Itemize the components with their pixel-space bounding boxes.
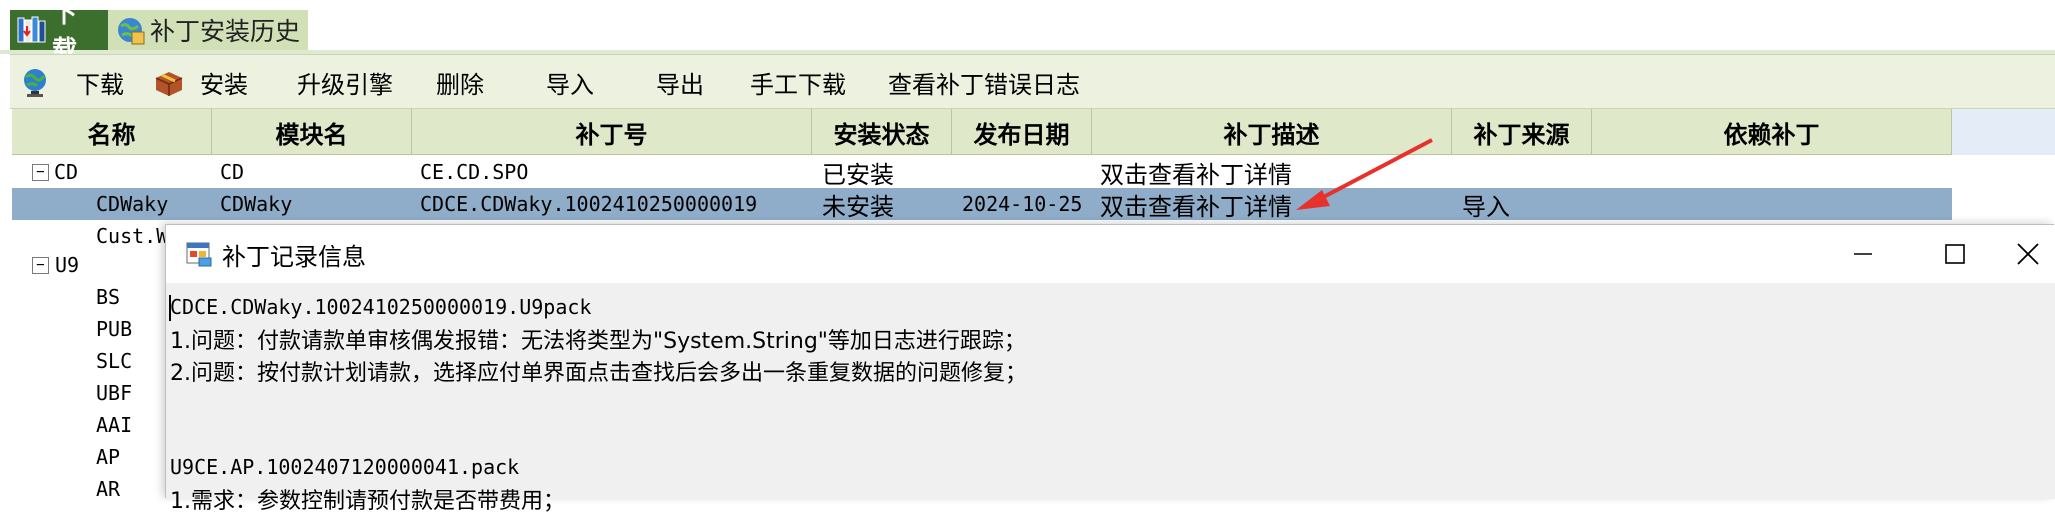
row-module: CD <box>220 160 245 184</box>
minimize-icon <box>1854 253 1872 255</box>
row-release-date: 2024-10-25 <box>962 192 1083 216</box>
delete-label: 删除 <box>436 71 484 99</box>
collapse-icon[interactable]: − <box>32 256 49 274</box>
toolbar: 下载 安装 升级引擎 删除 导入 导出 手工下载 查看补丁错误日志 <box>10 54 2055 109</box>
close-icon <box>2017 243 2039 265</box>
row-name: Cust.W <box>96 224 169 248</box>
form-app-icon <box>186 242 212 267</box>
column-header-source[interactable]: 补丁来源 <box>1452 109 1592 155</box>
annotation-arrow <box>1296 138 1433 210</box>
text-line: 1.问题：付款请款单审核偶发报错：无法将类型为"System.String"等加… <box>170 329 1026 354</box>
manual-download-label: 手工下载 <box>750 71 846 99</box>
row-name: CDWaky <box>96 192 169 216</box>
grid-header-filler <box>1952 109 2055 155</box>
tree-node-label: U9 <box>55 253 80 277</box>
tab-history-label: 补丁安装历史 <box>150 17 301 46</box>
column-header-name[interactable]: 名称 <box>12 109 212 155</box>
tree-expander[interactable]: − <box>32 156 49 188</box>
maximize-button[interactable] <box>1909 225 2001 283</box>
grid-header: 名称 模块名 补丁号 安装状态 发布日期 补丁描述 补丁来源 依赖补丁 <box>12 109 1952 155</box>
dialog-title: 补丁记录信息 <box>222 242 366 271</box>
text-line: U9CE.AP.1002407120000041.pack <box>170 455 520 479</box>
globe-download-icon <box>24 68 46 97</box>
text-line: 2.问题：按付款计划请款，选择应付单界面点击查找后会多出一条重复数据的问题修复； <box>170 361 1027 386</box>
tree-node-u9[interactable]: − U9 <box>12 251 162 279</box>
row-patch-no: CDCE.CDWaky.1002410250000019 <box>420 192 758 216</box>
column-header-patch-no[interactable]: 补丁号 <box>412 109 812 155</box>
row-module: CDWaky <box>220 192 293 216</box>
import-button[interactable]: 导入 <box>546 55 594 110</box>
maximize-icon <box>1945 244 1965 264</box>
close-button[interactable] <box>2001 225 2055 283</box>
row-description: 双击查看补丁详情 <box>1100 192 1292 221</box>
minimize-button[interactable] <box>1817 225 1909 283</box>
dialog-text-area[interactable]: CDCE.CDWaky.1002410250000019.U9pack 1.问题… <box>166 283 2055 514</box>
row-install-status: 已安装 <box>822 160 894 189</box>
row-patch-no: CE.CD.SPO <box>420 160 529 184</box>
view-error-log-button[interactable]: 查看补丁错误日志 <box>888 55 1080 110</box>
export-button[interactable]: 导出 <box>656 55 704 110</box>
tab-patch-install-history[interactable]: 补丁安装历史 <box>108 10 308 50</box>
column-header-dependency[interactable]: 依赖补丁 <box>1592 109 1952 155</box>
download-books-icon <box>17 16 46 43</box>
column-header-install-status[interactable]: 安装状态 <box>812 109 952 155</box>
table-row[interactable]: − CD CD CE.CD.SPO 已安装 双击查看补丁详情 <box>12 156 1952 188</box>
export-label: 导出 <box>656 71 704 99</box>
column-header-module[interactable]: 模块名 <box>212 109 412 155</box>
install-button[interactable]: 安装 <box>152 55 248 110</box>
column-header-release-date[interactable]: 发布日期 <box>952 109 1092 155</box>
text-line: CDCE.CDWaky.1002410250000019.U9pack <box>170 295 592 319</box>
patch-record-dialog: 补丁记录信息 CDCE.CDWaky.1002410250000019.U9pa… <box>166 225 2055 514</box>
tab-download[interactable]: 下载 <box>10 0 108 64</box>
collapse-icon: − <box>32 163 49 181</box>
upgrade-engine-label: 升级引擎 <box>297 71 393 99</box>
upgrade-engine-button[interactable]: 升级引擎 <box>297 55 393 110</box>
table-row-selected[interactable]: CDWaky CDWaky CDCE.CDWaky.10024102500000… <box>12 188 1952 220</box>
delete-button[interactable]: 删除 <box>436 55 484 110</box>
row-install-status: 未安装 <box>822 192 894 221</box>
text-line: 1.需求：参数控制请预付款是否带费用； <box>170 489 565 514</box>
tab-bar: 下载 补丁安装历史 <box>0 0 2055 64</box>
dialog-titlebar[interactable]: 补丁记录信息 <box>166 225 2055 283</box>
download-button-label: 下载 <box>76 71 124 99</box>
download-button[interactable]: 下载 <box>18 55 124 110</box>
row-name: CD <box>54 160 79 184</box>
import-label: 导入 <box>546 71 594 99</box>
view-error-log-label: 查看补丁错误日志 <box>888 71 1080 99</box>
install-button-label: 安装 <box>200 71 248 99</box>
row-description: 双击查看补丁详情 <box>1100 160 1292 189</box>
manual-download-button[interactable]: 手工下载 <box>750 55 846 110</box>
row-source: 导入 <box>1462 192 1510 221</box>
package-install-icon <box>155 71 183 96</box>
history-globe-icon <box>118 18 145 45</box>
